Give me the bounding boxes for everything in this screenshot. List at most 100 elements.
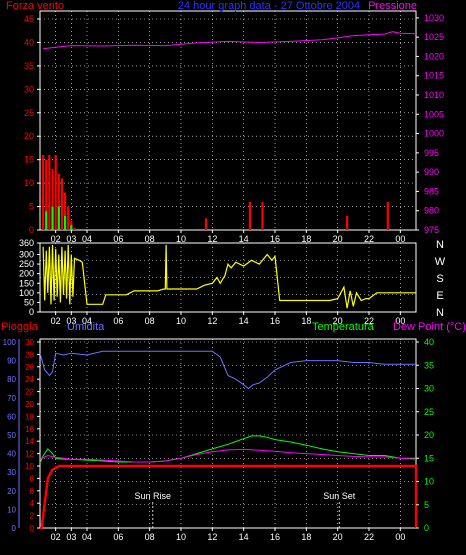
direction-y-tick-label: 200 (19, 269, 34, 279)
compass-label: E (436, 290, 443, 302)
direction-y-tick-label: 50 (24, 297, 34, 307)
pressure-y-tick-label: 1015 (424, 71, 444, 81)
x-tick-label: 12 (207, 532, 217, 542)
rain-y-tick-label: 16 (25, 425, 34, 434)
x-tick-label: 22 (364, 532, 374, 542)
wind-y-tick-label: 30 (24, 84, 34, 94)
humidity-y-tick-label: 40 (7, 450, 16, 459)
wind-y-tick-label: 0 (29, 225, 34, 235)
temp-y-tick-label: 30 (424, 384, 434, 394)
temp-y-tick-label: 10 (424, 477, 434, 487)
x-tick-label: 16 (270, 316, 280, 326)
dew-point-line (39, 448, 417, 463)
humidity-y-tick-label: 30 (7, 468, 16, 477)
direction-y-tick-label: 0 (29, 307, 34, 317)
rain-y-tick-label: 24 (25, 375, 34, 384)
rain-line (40, 464, 418, 530)
temp-y-tick-label: 20 (424, 430, 434, 440)
humidity-line (39, 350, 416, 390)
weather-chart: 0510152025303540459759809859909951000100… (1, 0, 466, 542)
direction-y-tick-label: 150 (19, 278, 34, 288)
rain-y-tick-label: 30 (25, 338, 34, 347)
x-tick-label: 20 (333, 532, 343, 542)
humidity-y-tick-label: 80 (7, 375, 16, 384)
wind-y-tick-label: 45 (24, 14, 34, 24)
x-tick-label: 08 (145, 532, 155, 542)
rain-y-tick-label: 10 (25, 462, 34, 471)
pressure-y-tick-label: 1030 (424, 13, 444, 23)
temperature-axis-title: Temperatura (312, 321, 375, 333)
wind-y-tick-label: 20 (24, 131, 34, 141)
x-tick-label: 04 (82, 532, 92, 542)
wind-y-tick-label: 40 (24, 37, 34, 47)
x-tick-label: 18 (301, 532, 311, 542)
rain-y-tick-label: 22 (25, 388, 34, 397)
wind-y-tick-label: 15 (24, 155, 34, 165)
compass-label: W (435, 256, 446, 268)
rain-y-tick-label: 4 (30, 499, 35, 508)
rain-y-tick-label: 8 (30, 474, 35, 483)
x-tick-label: 06 (113, 316, 123, 326)
pressure-y-tick-label: 1005 (424, 109, 444, 119)
x-tick-label: 06 (113, 532, 123, 542)
rain-y-tick-label: 18 (25, 412, 34, 421)
wind-direction-line (42, 244, 416, 309)
rain-y-tick-label: 2 (30, 512, 35, 521)
humidity-y-tick-label: 20 (7, 487, 16, 496)
humidity-y-tick-label: 0 (12, 524, 17, 533)
rain-y-tick-label: 6 (30, 487, 35, 496)
direction-y-tick-label: 100 (19, 288, 34, 298)
compass-label: N (436, 307, 444, 319)
pressure-y-tick-label: 1000 (424, 129, 444, 139)
compass-label: N (436, 239, 444, 251)
wind-y-tick-label: 10 (24, 178, 34, 188)
dew-point-axis-title: Dew Point (°C) (393, 321, 466, 333)
pressure-y-tick-label: 985 (424, 186, 439, 196)
sun-rise-label: Sun Rise (135, 491, 172, 501)
direction-y-tick-label: 360 (19, 238, 34, 248)
rain-axis-title: Pioggia (1, 321, 39, 333)
pressure-y-tick-label: 1020 (424, 51, 444, 61)
pressure-y-tick-label: 1010 (424, 90, 444, 100)
humidity-y-tick-label: 70 (7, 394, 16, 403)
panel-temp-humidity (39, 338, 417, 529)
temp-y-tick-label: 15 (424, 453, 434, 463)
x-tick-label: 18 (301, 316, 311, 326)
rain-y-tick-label: 12 (25, 450, 34, 459)
x-tick-label: 00 (395, 532, 405, 542)
x-tick-label: 12 (207, 316, 217, 326)
wind-y-tick-label: 35 (24, 61, 34, 71)
rain-y-tick-label: 0 (30, 524, 35, 533)
sun-set-label: Sun Set (323, 491, 356, 501)
wind-axis-title: Forza vento (6, 0, 64, 12)
x-tick-label: 02 (51, 532, 61, 542)
temp-y-tick-label: 35 (424, 360, 434, 370)
rain-y-tick-label: 28 (25, 350, 34, 359)
humidity-axis-title: Umidita (67, 321, 105, 333)
x-tick-label: 14 (239, 532, 249, 542)
panel-wind-pressure (39, 10, 417, 231)
x-tick-label: 02 (51, 316, 61, 326)
x-tick-label: 08 (145, 316, 155, 326)
wind-y-tick-label: 5 (29, 202, 34, 212)
x-tick-label: 14 (239, 316, 249, 326)
direction-y-tick-label: 250 (19, 259, 34, 269)
temp-y-tick-label: 0 (424, 523, 429, 533)
pressure-axis-title: Pressione (368, 0, 417, 12)
temp-y-tick-label: 40 (424, 337, 434, 347)
x-tick-label: 10 (176, 316, 186, 326)
x-tick-label: 03 (66, 532, 76, 542)
compass-label: S (436, 273, 443, 285)
rain-y-tick-label: 20 (25, 400, 34, 409)
humidity-y-tick-label: 100 (3, 338, 17, 347)
pressure-y-tick-label: 995 (424, 148, 439, 158)
pressure-y-tick-label: 975 (424, 225, 439, 235)
humidity-y-tick-label: 60 (7, 412, 16, 421)
humidity-y-tick-label: 90 (7, 357, 16, 366)
x-tick-label: 16 (270, 532, 280, 542)
rain-y-tick-label: 26 (25, 363, 34, 372)
pressure-y-tick-label: 1025 (424, 32, 444, 42)
rain-y-tick-label: 14 (25, 437, 34, 446)
pressure-y-tick-label: 990 (424, 167, 439, 177)
pressure-y-tick-label: 980 (424, 206, 439, 216)
